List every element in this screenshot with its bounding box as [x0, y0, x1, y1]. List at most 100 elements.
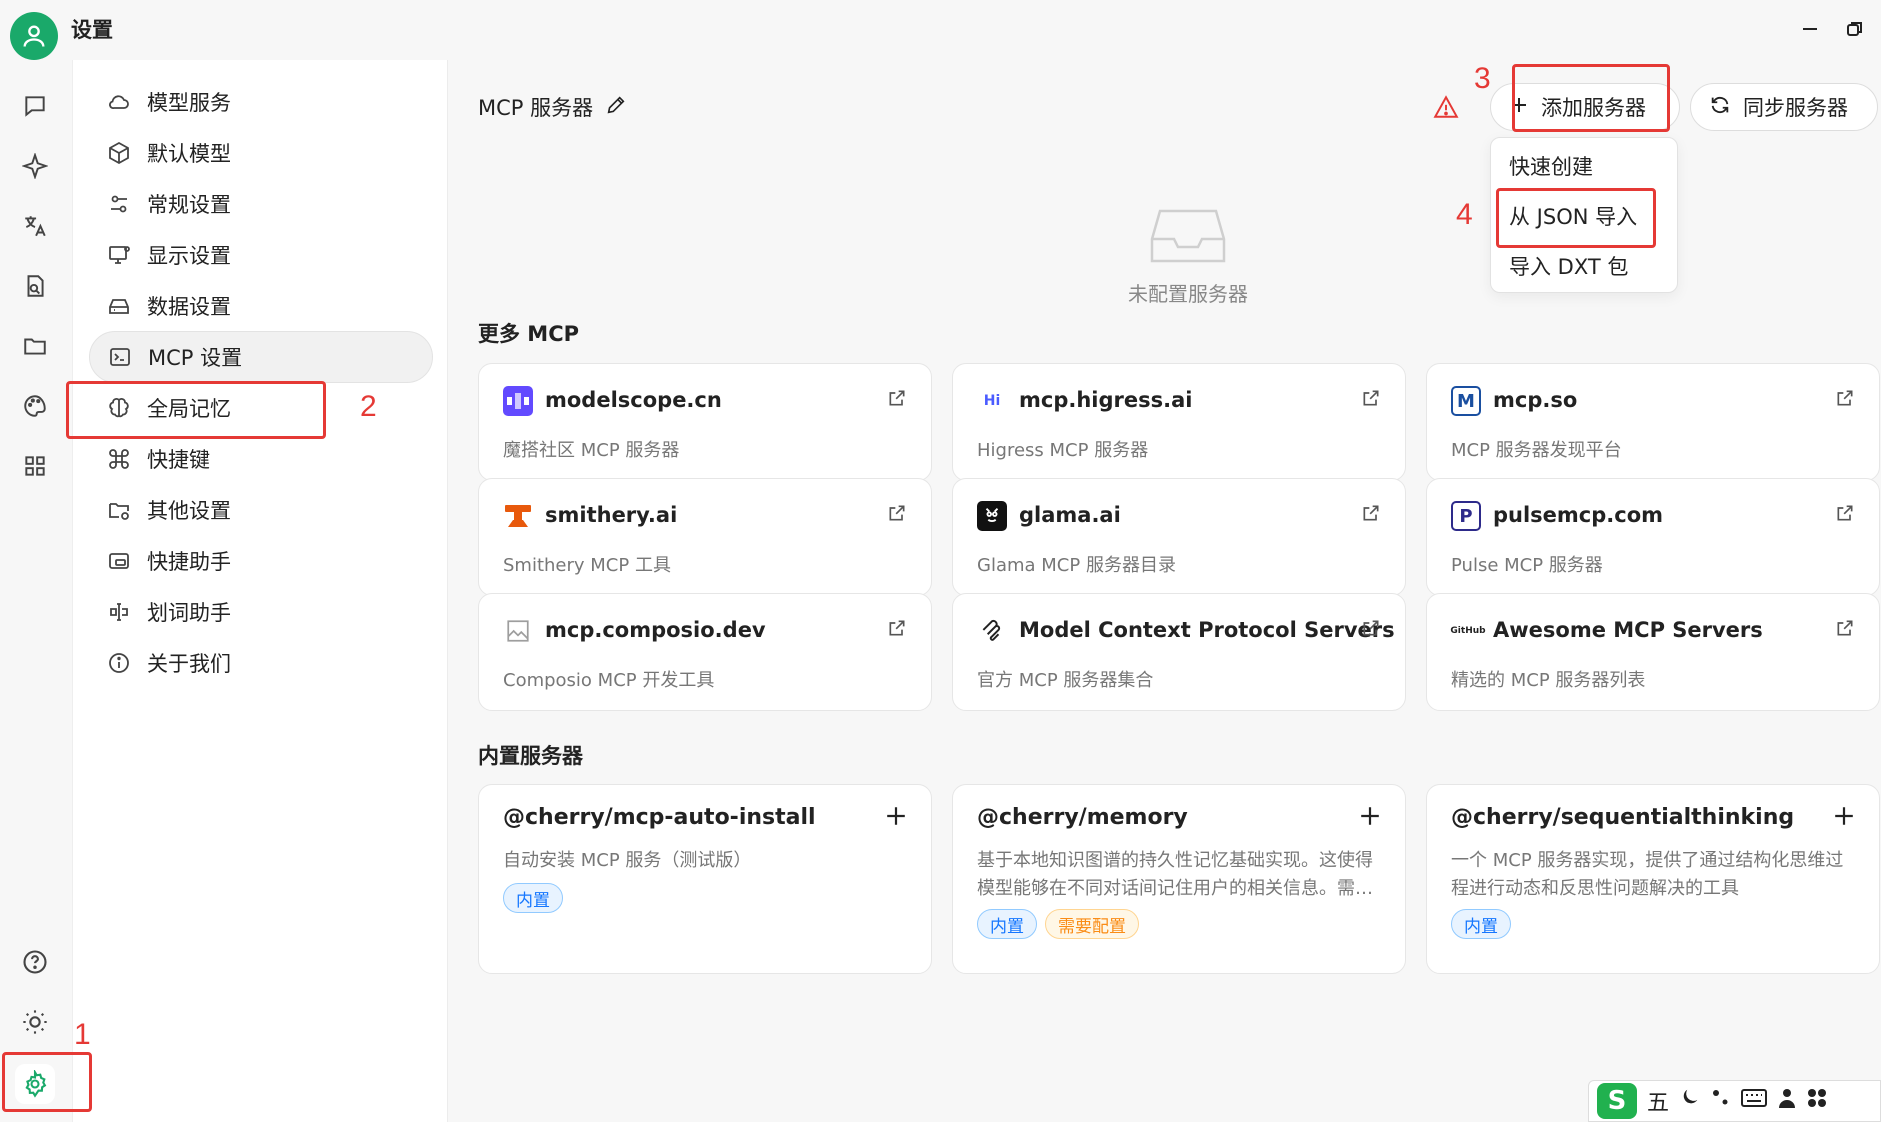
external-link-icon[interactable] — [1361, 503, 1381, 528]
menu-item-default-model[interactable]: 默认模型 — [89, 127, 433, 179]
help-icon[interactable] — [17, 944, 53, 980]
terminal-icon — [106, 343, 134, 371]
mcpso-logo-icon: M — [1451, 386, 1481, 416]
grid-menu-icon[interactable] — [1807, 1088, 1827, 1114]
icon-rail — [0, 60, 72, 1122]
keyboard-icon[interactable] — [1741, 1088, 1768, 1114]
menu-item-model-service[interactable]: 模型服务 — [89, 76, 433, 128]
pulsemcp-logo-icon: P — [1451, 501, 1481, 531]
add-plus-icon[interactable] — [1833, 805, 1855, 832]
mcp-card-awesome[interactable]: GitHub Awesome MCP Servers 精选的 MCP 服务器列表 — [1426, 593, 1880, 711]
minimize-icon[interactable] — [1795, 14, 1825, 44]
window-icon — [105, 547, 133, 575]
command-icon — [105, 445, 133, 473]
menu-item-shortcuts[interactable]: 快捷键 — [89, 433, 433, 485]
higress-logo-icon: Hi — [983, 393, 1001, 409]
translate-icon[interactable] — [17, 208, 53, 244]
mcp-logo-icon — [977, 616, 1007, 646]
mcp-card-mcpso[interactable]: M mcp.so MCP 服务器发现平台 — [1426, 363, 1880, 481]
settings-menu: 模型服务 默认模型 常规设置 显示设置 数据设置 MCP 设置 全局记忆 快捷键… — [72, 60, 448, 1122]
user-icon[interactable] — [1777, 1087, 1797, 1115]
external-link-icon[interactable] — [887, 503, 907, 528]
menu-item-general[interactable]: 常规设置 — [89, 178, 433, 230]
mcp-card-composio[interactable]: mcp.composio.dev Composio MCP 开发工具 — [478, 593, 932, 711]
cloud-icon — [105, 88, 133, 116]
sync-server-button[interactable]: 同步服务器 — [1690, 83, 1878, 131]
annotation-step-2: 2 — [360, 390, 377, 423]
external-link-icon[interactable] — [1835, 503, 1855, 528]
hard-drive-icon — [105, 292, 133, 320]
dropdown-quick-create[interactable]: 快速创建 — [1491, 142, 1679, 190]
ime-toolbar[interactable]: S 五 — [1588, 1080, 1881, 1122]
mcp-card-glama[interactable]: glama.ai Glama MCP 服务器目录 — [952, 478, 1406, 596]
builtin-card-auto-install[interactable]: @cherry/mcp-auto-install 自动安装 MCP 服务（测试版… — [478, 784, 932, 974]
add-plus-icon[interactable] — [885, 805, 907, 832]
chat-icon[interactable] — [17, 88, 53, 124]
annotation-box-1 — [2, 1052, 92, 1112]
mcp-card-higress[interactable]: Hi mcp.higress.ai Higress MCP 服务器 — [952, 363, 1406, 481]
dropdown-import-dxt[interactable]: 导入 DXT 包 — [1491, 242, 1679, 290]
sliders-icon — [105, 190, 133, 218]
menu-item-other[interactable]: 其他设置 — [89, 484, 433, 536]
sogou-logo-icon: S — [1597, 1083, 1637, 1119]
info-icon — [105, 649, 133, 677]
edit-pencil-icon[interactable] — [605, 94, 627, 121]
mcp-card-smithery[interactable]: smithery.ai Smithery MCP 工具 — [478, 478, 932, 596]
external-link-icon[interactable] — [887, 388, 907, 413]
annotation-box-3 — [1512, 64, 1670, 132]
builtin-servers-title: 内置服务器 — [478, 744, 583, 768]
glama-logo-icon — [977, 501, 1007, 531]
add-plus-icon[interactable] — [1359, 805, 1381, 832]
mcp-card-pulsemcp[interactable]: P pulsemcp.com Pulse MCP 服务器 — [1426, 478, 1880, 596]
user-avatar[interactable] — [10, 12, 58, 60]
refresh-icon — [1709, 94, 1731, 121]
external-link-icon[interactable] — [1835, 618, 1855, 643]
menu-item-data[interactable]: 数据设置 — [89, 280, 433, 332]
warning-icon[interactable] — [1433, 94, 1459, 125]
page-title: MCP 服务器 — [478, 92, 627, 122]
sparkle-icon[interactable] — [17, 148, 53, 184]
moon-icon[interactable] — [1679, 1087, 1701, 1115]
github-logo-icon: GitHub — [1450, 626, 1486, 636]
text-cursor-icon — [105, 598, 133, 626]
broken-image-icon — [503, 616, 533, 646]
inbox-icon — [1150, 209, 1226, 263]
palette-icon[interactable] — [17, 388, 53, 424]
menu-item-display[interactable]: 显示设置 — [89, 229, 433, 281]
builtin-tag: 内置 — [503, 883, 563, 913]
annotation-box-2 — [66, 381, 326, 439]
cube-icon — [105, 139, 133, 167]
modelscope-logo-icon — [503, 386, 533, 416]
title-bar: 设置 — [0, 0, 1881, 60]
app-title: 设置 — [71, 18, 113, 42]
builtin-card-memory[interactable]: @cherry/memory 基于本地知识图谱的持久性记忆基础实现。这使得模型能… — [952, 784, 1406, 974]
ime-mode[interactable]: 五 — [1647, 1085, 1669, 1117]
smithery-logo-icon — [503, 501, 533, 531]
menu-item-mcp[interactable]: MCP 设置 — [89, 331, 433, 383]
external-link-icon[interactable] — [1361, 388, 1381, 413]
theme-sun-icon[interactable] — [17, 1004, 53, 1040]
mcp-card-modelscope[interactable]: modelscope.cn 魔搭社区 MCP 服务器 — [478, 363, 932, 481]
external-link-icon[interactable] — [1361, 618, 1381, 643]
folder-icon[interactable] — [17, 328, 53, 364]
mcp-card-mcp-servers[interactable]: Model Context Protocol Servers 官方 MCP 服务… — [952, 593, 1406, 711]
empty-state: 未配置服务器 — [1108, 205, 1268, 307]
builtin-card-sequentialthinking[interactable]: @cherry/sequentialthinking 一个 MCP 服务器实现，… — [1426, 784, 1880, 974]
external-link-icon[interactable] — [887, 618, 907, 643]
menu-item-quick-assistant[interactable]: 快捷助手 — [89, 535, 433, 587]
builtin-tag: 内置 — [1451, 909, 1511, 939]
menu-item-selection-assistant[interactable]: 划词助手 — [89, 586, 433, 638]
menu-item-about[interactable]: 关于我们 — [89, 637, 433, 689]
builtin-tag: 内置 — [977, 909, 1037, 939]
file-search-icon[interactable] — [17, 268, 53, 304]
more-mcp-title: 更多 MCP — [478, 322, 580, 346]
monitor-icon — [105, 241, 133, 269]
external-link-icon[interactable] — [1835, 388, 1855, 413]
needs-config-tag: 需要配置 — [1045, 909, 1139, 939]
main-panel: MCP 服务器 添加服务器 同步服务器 快速创建 从 JSON 导入 导入 DX… — [448, 60, 1881, 1122]
annotation-box-4 — [1496, 188, 1656, 248]
punctuation-icon[interactable] — [1711, 1087, 1731, 1115]
restore-icon[interactable] — [1840, 14, 1870, 44]
apps-grid-icon[interactable] — [17, 448, 53, 484]
annotation-step-4: 4 — [1456, 198, 1473, 231]
